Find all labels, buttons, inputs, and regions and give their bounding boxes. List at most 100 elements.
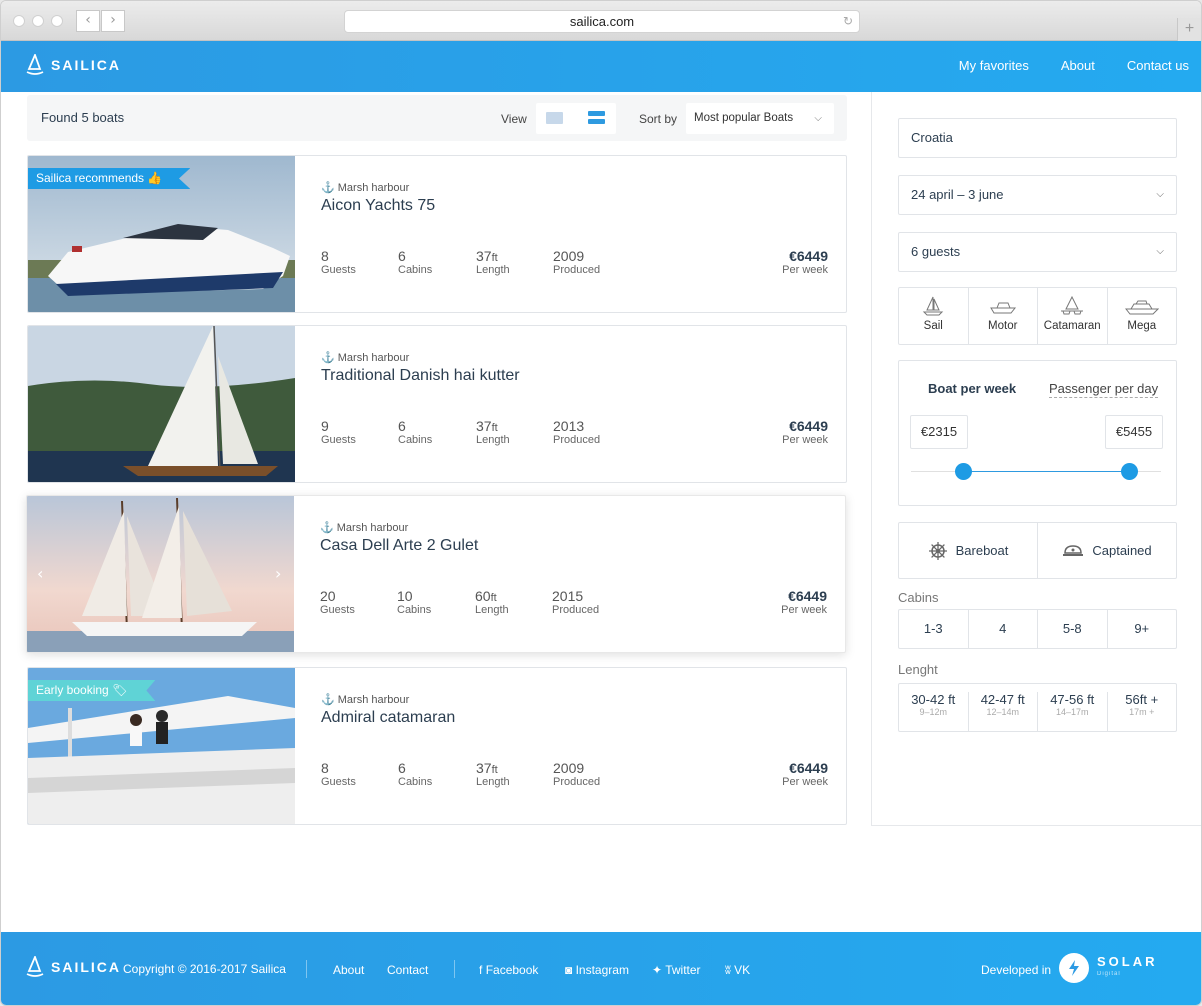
boat-location: ⚓ Marsh harbour bbox=[321, 352, 410, 364]
motorboat-icon bbox=[989, 302, 1016, 314]
length-option[interactable]: 42-47 ft 12–14m bbox=[969, 692, 1038, 731]
footer-brand-name: SAILICA bbox=[51, 959, 121, 975]
window-minimize-button[interactable] bbox=[32, 15, 44, 27]
twitter-icon: ✦ bbox=[652, 963, 663, 977]
prev-photo-icon[interactable]: ‹ bbox=[37, 564, 43, 583]
brand-logo[interactable]: SAILICA bbox=[26, 54, 121, 76]
ship-wheel-icon bbox=[928, 541, 947, 560]
cabins-selector: 1-3 4 5-8 9+ bbox=[898, 609, 1177, 649]
sail-logo-icon bbox=[26, 54, 44, 75]
option-bareboat[interactable]: Bareboat bbox=[899, 523, 1038, 578]
footer-logo[interactable]: SAILICA bbox=[26, 956, 121, 978]
solar-icon bbox=[1059, 953, 1089, 983]
sort-value: Most popular Boats bbox=[694, 112, 794, 124]
boat-type-selector: Sail Motor Catamaran Mega bbox=[898, 287, 1177, 345]
cabins-option[interactable]: 1-3 bbox=[899, 610, 969, 648]
new-tab-icon[interactable]: + bbox=[1177, 18, 1201, 42]
footer-divider bbox=[454, 960, 455, 978]
browser-window: ‹ › sailica.com ↻ + SAILICA My favorites… bbox=[0, 0, 1202, 1006]
tab-passenger-per-day[interactable]: Passenger per day bbox=[1049, 381, 1159, 398]
list-view-icon[interactable] bbox=[588, 111, 605, 125]
type-sail[interactable]: Sail bbox=[899, 288, 969, 344]
stat-length: 60ft Length bbox=[475, 588, 509, 616]
boat-photo[interactable]: Early booking 🏷 bbox=[28, 668, 295, 824]
boat-location: ⚓ Marsh harbour bbox=[320, 522, 409, 534]
address-bar[interactable]: sailica.com ↻ bbox=[344, 10, 860, 33]
view-switcher bbox=[536, 103, 616, 134]
boat-photo[interactable] bbox=[28, 326, 295, 482]
sort-select[interactable]: Most popular Boats ⌵ bbox=[686, 103, 834, 134]
boat-photo[interactable]: ‹ › bbox=[27, 496, 294, 652]
boat-name[interactable]: Admiral catamaran bbox=[321, 709, 455, 727]
destination-input[interactable]: Croatia bbox=[898, 118, 1177, 158]
site-header: SAILICA My favorites About Contact us bbox=[1, 41, 1201, 92]
stat-cabins: 6 Cabins bbox=[398, 760, 433, 788]
back-icon[interactable]: ‹ bbox=[76, 10, 100, 32]
boat-location: ⚓ Marsh harbour bbox=[321, 182, 410, 194]
main-nav: My favorites About Contact us bbox=[959, 58, 1189, 73]
cabins-option[interactable]: 4 bbox=[969, 610, 1038, 648]
nav-contact-us[interactable]: Contact us bbox=[1127, 58, 1189, 73]
type-mega[interactable]: Mega bbox=[1108, 288, 1177, 344]
length-option[interactable]: 47-56 ft 14–17m bbox=[1038, 692, 1108, 731]
boat-price: €6449 Per week bbox=[781, 588, 827, 616]
captain-hat-icon bbox=[1063, 544, 1084, 556]
tab-boat-per-week[interactable]: Boat per week bbox=[928, 381, 1016, 396]
window-zoom-button[interactable] bbox=[51, 15, 63, 27]
boat-name[interactable]: Aicon Yachts 75 bbox=[321, 197, 435, 215]
vk-link[interactable]: ʬ VK bbox=[725, 963, 750, 977]
grid-view-icon[interactable] bbox=[546, 112, 563, 124]
stat-produced: 2009 Produced bbox=[553, 760, 601, 788]
stat-produced: 2013 Produced bbox=[553, 418, 601, 446]
footer-link-contact[interactable]: Contact bbox=[387, 963, 428, 977]
boat-card[interactable]: Early booking 🏷 ⚓ Marsh harbour Admiral … bbox=[27, 667, 847, 825]
instagram-link[interactable]: ◙ Instagram bbox=[565, 963, 629, 977]
nav-my-favorites[interactable]: My favorites bbox=[959, 58, 1029, 73]
dates-select[interactable]: 24 april – 3 june ⌵ bbox=[898, 175, 1177, 215]
facebook-link[interactable]: f Facebook bbox=[479, 963, 538, 977]
recommended-badge: Sailica recommends 👍 bbox=[28, 168, 191, 189]
stat-length: 37ft Length bbox=[476, 760, 510, 788]
length-option[interactable]: 30-42 ft 9–12m bbox=[899, 692, 969, 731]
next-photo-icon[interactable]: › bbox=[275, 564, 281, 583]
solar-logo[interactable]: SOLAR Digital bbox=[1059, 953, 1158, 983]
price-slider-max-handle[interactable] bbox=[1121, 463, 1138, 480]
stat-guests: 20 Guests bbox=[320, 588, 355, 616]
type-catamaran[interactable]: Catamaran bbox=[1038, 288, 1108, 344]
early-booking-badge: Early booking 🏷 bbox=[28, 680, 156, 701]
forward-icon[interactable]: › bbox=[101, 10, 125, 32]
guests-select[interactable]: 6 guests ⌵ bbox=[898, 232, 1177, 272]
boat-name[interactable]: Traditional Danish hai kutter bbox=[321, 367, 520, 385]
window-close-button[interactable] bbox=[13, 15, 25, 27]
results-count: Found 5 boats bbox=[41, 110, 125, 125]
footer-link-about[interactable]: About bbox=[333, 963, 364, 977]
boat-card[interactable]: ⚓ Marsh harbour Traditional Danish hai k… bbox=[27, 325, 847, 483]
reload-icon[interactable]: ↻ bbox=[843, 14, 853, 29]
chevron-down-icon: ⌵ bbox=[814, 113, 822, 124]
option-captained[interactable]: Captained bbox=[1038, 523, 1176, 578]
anchor-icon: ⚓ bbox=[321, 182, 335, 194]
type-motor[interactable]: Motor bbox=[969, 288, 1038, 344]
instagram-icon: ◙ bbox=[565, 963, 573, 977]
nav-about[interactable]: About bbox=[1061, 58, 1095, 73]
boat-name[interactable]: Casa Dell Arte 2 Gulet bbox=[320, 537, 478, 555]
vk-icon: ʬ bbox=[725, 963, 731, 977]
site-footer: SAILICA Copyright © 2016-2017 Sailica Ab… bbox=[1, 932, 1201, 1005]
length-option[interactable]: 56ft +17m + bbox=[1108, 692, 1177, 731]
price-slider-min-handle[interactable] bbox=[955, 463, 972, 480]
boat-card[interactable]: Sailica recommends 👍 ⚓ Marsh harbour Aic… bbox=[27, 155, 847, 313]
cabins-option[interactable]: 5-8 bbox=[1038, 610, 1108, 648]
boat-card[interactable]: ‹ › ⚓ Marsh harbour Casa Dell Arte 2 Gul… bbox=[26, 495, 846, 653]
sail-logo-icon bbox=[26, 956, 44, 977]
price-min-input[interactable]: €2315 bbox=[910, 415, 968, 449]
anchor-icon: ⚓ bbox=[320, 522, 334, 534]
stat-guests: 8 Guests bbox=[321, 248, 356, 276]
stat-guests: 8 Guests bbox=[321, 760, 356, 788]
boat-photo[interactable]: Sailica recommends 👍 bbox=[28, 156, 295, 312]
stat-length: 37ft Length bbox=[476, 248, 510, 276]
twitter-link[interactable]: ✦ Twitter bbox=[652, 963, 701, 977]
cabins-option[interactable]: 9+ bbox=[1108, 610, 1177, 648]
boat-price: €6449 Per week bbox=[782, 418, 828, 446]
price-max-input[interactable]: €5455 bbox=[1105, 415, 1163, 449]
boat-price: €6449 Per week bbox=[782, 760, 828, 788]
